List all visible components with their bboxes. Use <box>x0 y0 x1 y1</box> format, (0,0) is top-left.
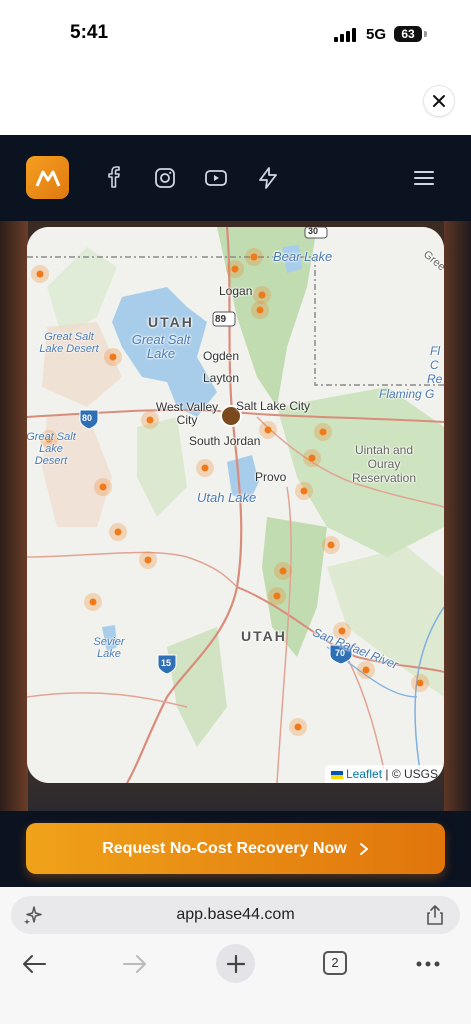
label-salt-lake-city: Salt Lake City <box>236 399 311 413</box>
label-flaming-gorge: Flaming G <box>379 387 435 401</box>
new-tab-button[interactable] <box>216 944 255 983</box>
label-i89: 89 <box>215 314 227 325</box>
label-fl: Fl <box>430 344 440 358</box>
map-tiles <box>27 227 444 783</box>
map-attribution: Leaflet | © USGS <box>325 765 444 783</box>
label-utah-south: UTAH <box>241 628 287 644</box>
attribution-text: | © USGS <box>382 767 438 781</box>
label-i15: 15 <box>161 658 172 668</box>
label-sevier-lake: Sevier Lake <box>93 636 125 660</box>
hero-rock-right <box>444 221 471 811</box>
label-gsl-desert-1: Great Salt Lake Desert <box>39 331 99 355</box>
plus-icon <box>226 954 245 973</box>
map-container[interactable]: Bear Lake Logan UTAH 89 30 Great Salt La… <box>27 227 444 783</box>
label-i80: 80 <box>82 413 93 423</box>
instagram-icon[interactable] <box>153 166 177 190</box>
label-layton: Layton <box>203 371 240 385</box>
label-i30: 30 <box>308 227 319 236</box>
label-west-valley-city: West Valley City <box>155 400 219 427</box>
battery-tip <box>424 31 427 37</box>
network-type: 5G <box>366 26 387 43</box>
back-icon[interactable] <box>20 950 48 978</box>
label-provo: Provo <box>255 470 287 484</box>
request-recovery-button[interactable]: Request No-Cost Recovery Now <box>26 823 445 874</box>
site-navbar <box>0 135 471 221</box>
battery-icon: 63 <box>394 26 422 42</box>
label-utah-north: UTAH <box>148 314 194 330</box>
chevron-right-icon <box>359 842 368 855</box>
share-icon[interactable] <box>425 904 445 926</box>
label-i70: 70 <box>335 648 346 658</box>
forward-icon[interactable] <box>121 950 149 978</box>
close-button[interactable] <box>424 86 454 116</box>
more-icon[interactable] <box>414 950 442 978</box>
label-c: C <box>430 358 439 372</box>
signal-icon <box>334 28 356 42</box>
youtube-icon[interactable] <box>204 166 228 190</box>
url-text: app.base44.com <box>176 906 295 923</box>
label-south-jordan: South Jordan <box>189 434 261 448</box>
tabs-button[interactable]: 2 <box>323 951 347 975</box>
request-recovery-label: Request No-Cost Recovery Now <box>102 839 347 857</box>
facebook-icon[interactable] <box>102 166 126 190</box>
status-time: 5:41 <box>70 22 109 43</box>
sheet-header <box>0 70 471 135</box>
label-logan: Logan <box>219 284 253 298</box>
address-bar[interactable]: app.base44.com <box>11 896 460 934</box>
menu-icon[interactable] <box>412 166 436 190</box>
bolt-icon[interactable] <box>256 166 280 190</box>
close-icon <box>433 95 445 107</box>
label-great-salt-lake: Great Salt Lake <box>131 332 191 361</box>
leaflet-link[interactable]: Leaflet <box>346 767 382 781</box>
label-ogden: Ogden <box>203 349 240 363</box>
label-gsl-desert-2: Great Salt Lake Desert <box>27 431 76 467</box>
hero-rock-left <box>0 221 28 811</box>
ukraine-flag-icon <box>331 770 343 779</box>
logo-icon[interactable] <box>26 156 69 199</box>
label-uintah: Uintah and Ouray Reservation <box>351 443 417 485</box>
sparkle-icon[interactable] <box>23 905 43 925</box>
label-utah-lake: Utah Lake <box>197 490 257 505</box>
label-bear-lake: Bear Lake <box>273 249 333 264</box>
label-re: Re <box>427 372 443 386</box>
